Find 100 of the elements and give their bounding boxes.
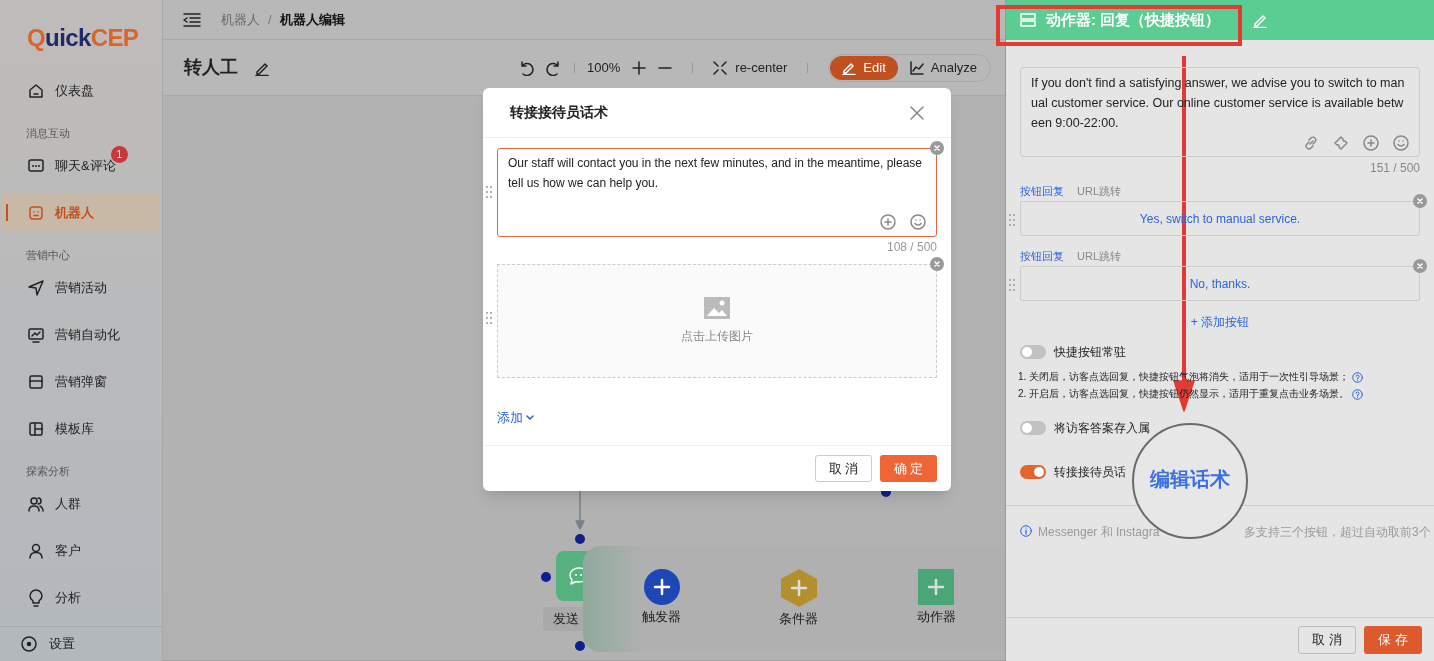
sidebar-item[interactable]: 客户: [2, 532, 160, 569]
menu-button[interactable]: [183, 12, 201, 27]
logo: QuickCEP: [26, 23, 140, 53]
lightbulb-icon: [27, 588, 45, 607]
pencil-icon: [842, 60, 857, 75]
remove-button[interactable]: [930, 257, 944, 271]
save-button[interactable]: 保 存: [1364, 625, 1422, 654]
add-button-link[interactable]: + 添加按钮: [1190, 313, 1250, 331]
remove-button[interactable]: [1413, 194, 1427, 208]
zoom-out-button[interactable]: [658, 66, 673, 69]
link-icon: [1303, 135, 1319, 151]
settings-icon: [20, 635, 38, 653]
chat-icon: [27, 156, 45, 175]
notice-text: Messenger 和 Instagra: [1038, 524, 1161, 541]
ticket-icon: [1333, 135, 1349, 151]
character-count: 151 / 500: [1368, 160, 1420, 177]
home-icon: [27, 81, 45, 100]
layout-icon: [27, 419, 45, 438]
plus-icon: [632, 60, 647, 75]
plus-square-icon: [918, 569, 955, 606]
close-icon: [1417, 198, 1423, 204]
palette-item[interactable]: 触发器: [642, 569, 682, 629]
plus-circle-icon: [880, 214, 896, 230]
quick-reply-field[interactable]: No, thanks.: [1020, 266, 1420, 301]
panel-title: 动作器: 回复（快捷按钮）: [1046, 9, 1221, 30]
close-icon: [1417, 263, 1423, 269]
message-field[interactable]: Our staff will contact you in the next few minutes, and in the meantime, please tell us how we can help you.: [497, 148, 937, 237]
toggle-label: 快捷按钮常驻: [1054, 344, 1126, 361]
undo-icon: [518, 59, 535, 76]
line-chart-icon: [909, 60, 924, 75]
ticket-button[interactable]: [1333, 135, 1349, 151]
sidebar-item[interactable]: 人群: [2, 485, 160, 522]
emoji-button[interactable]: [1393, 135, 1409, 151]
sidebar-item[interactable]: 分析: [2, 579, 160, 616]
send-icon: [27, 278, 45, 297]
reply-type-tab[interactable]: 按钮回复: [1020, 182, 1064, 200]
smiley-icon: [1393, 135, 1409, 151]
palette-item[interactable]: 动作器: [916, 569, 956, 629]
window-icon: [27, 372, 45, 391]
recenter-icon: [713, 60, 728, 75]
link-button[interactable]: [1303, 135, 1319, 151]
drag-handle-icon: [1008, 214, 1016, 226]
page-title: 转人工: [184, 56, 238, 79]
toggle-switch[interactable]: [1020, 465, 1046, 479]
help-icon: [1352, 371, 1364, 383]
insert-button[interactable]: [880, 214, 896, 230]
toggle-switch[interactable]: [1020, 421, 1046, 435]
image-upload-area[interactable]: 点击上传图片: [497, 264, 937, 378]
recenter-button[interactable]: re-center: [713, 57, 788, 78]
person-icon: [27, 541, 45, 560]
menu-icon: [183, 12, 201, 27]
people-icon: [27, 494, 45, 513]
remove-button[interactable]: [930, 141, 944, 155]
add-link[interactable]: 添加: [497, 408, 534, 428]
reply-type-tab[interactable]: 按钮回复: [1020, 247, 1064, 265]
sidebar-item[interactable]: 模板库: [2, 410, 160, 447]
breadcrumb-separator: /: [268, 10, 272, 29]
section-label: 探索分析: [25, 463, 71, 479]
emoji-button[interactable]: [910, 214, 926, 230]
magnified-text: 编辑话术: [1150, 467, 1230, 492]
chevron-down-icon: [526, 414, 534, 421]
robot-icon: [27, 203, 45, 222]
section-label: 营销中心: [25, 247, 71, 263]
plus-circle-icon: [1363, 135, 1379, 151]
help-icon: [1352, 388, 1364, 400]
drag-handle-icon: [485, 312, 493, 324]
mode-tab[interactable]: Edit: [830, 55, 898, 80]
toggle-label: 转接接待员话: [1054, 464, 1126, 481]
close-button[interactable]: [910, 105, 924, 120]
cancel-button[interactable]: 取 消: [1298, 625, 1356, 654]
character-count: 108 / 500: [885, 239, 937, 256]
image-icon: [704, 297, 730, 319]
sidebar-item[interactable]: 营销弹窗: [2, 363, 160, 400]
zoom-in-button[interactable]: [632, 60, 647, 75]
cancel-button[interactable]: 取 消: [815, 455, 872, 482]
info-icon: [1020, 525, 1032, 537]
sidebar-item[interactable]: 仪表盘: [2, 72, 160, 109]
minus-icon: [658, 66, 673, 69]
notice-text: 多支持三个按钮，超过自动取前3个: [1244, 524, 1431, 541]
drag-handle-icon: [485, 186, 493, 198]
settings-item[interactable]: 设置: [0, 626, 162, 661]
drag-handle-icon: [1008, 279, 1016, 291]
mode-tab[interactable]: Analyze: [897, 55, 989, 80]
remove-button[interactable]: [1413, 259, 1427, 273]
close-icon: [934, 261, 940, 267]
smiley-icon: [910, 214, 926, 230]
plus-circle-icon: [643, 569, 680, 606]
palette-item[interactable]: 条件器: [779, 569, 819, 629]
dialog-title: 转接接待员话术: [510, 103, 609, 122]
toggle-label: 将访客答案存入属: [1054, 420, 1150, 437]
monitor-chart-icon: [27, 325, 45, 344]
sidebar-item[interactable]: 营销活动: [2, 269, 160, 306]
toggle-switch[interactable]: [1020, 345, 1046, 359]
zoom-level: 100%: [587, 58, 621, 77]
plus-hexagon-icon: [781, 569, 817, 608]
connector-arrow: [574, 491, 586, 531]
sidebar-item[interactable]: 营销自动化: [2, 316, 160, 353]
undo-button[interactable]: [518, 59, 535, 76]
section-label: 消息互动: [25, 125, 71, 141]
insert-button[interactable]: [1363, 135, 1379, 151]
